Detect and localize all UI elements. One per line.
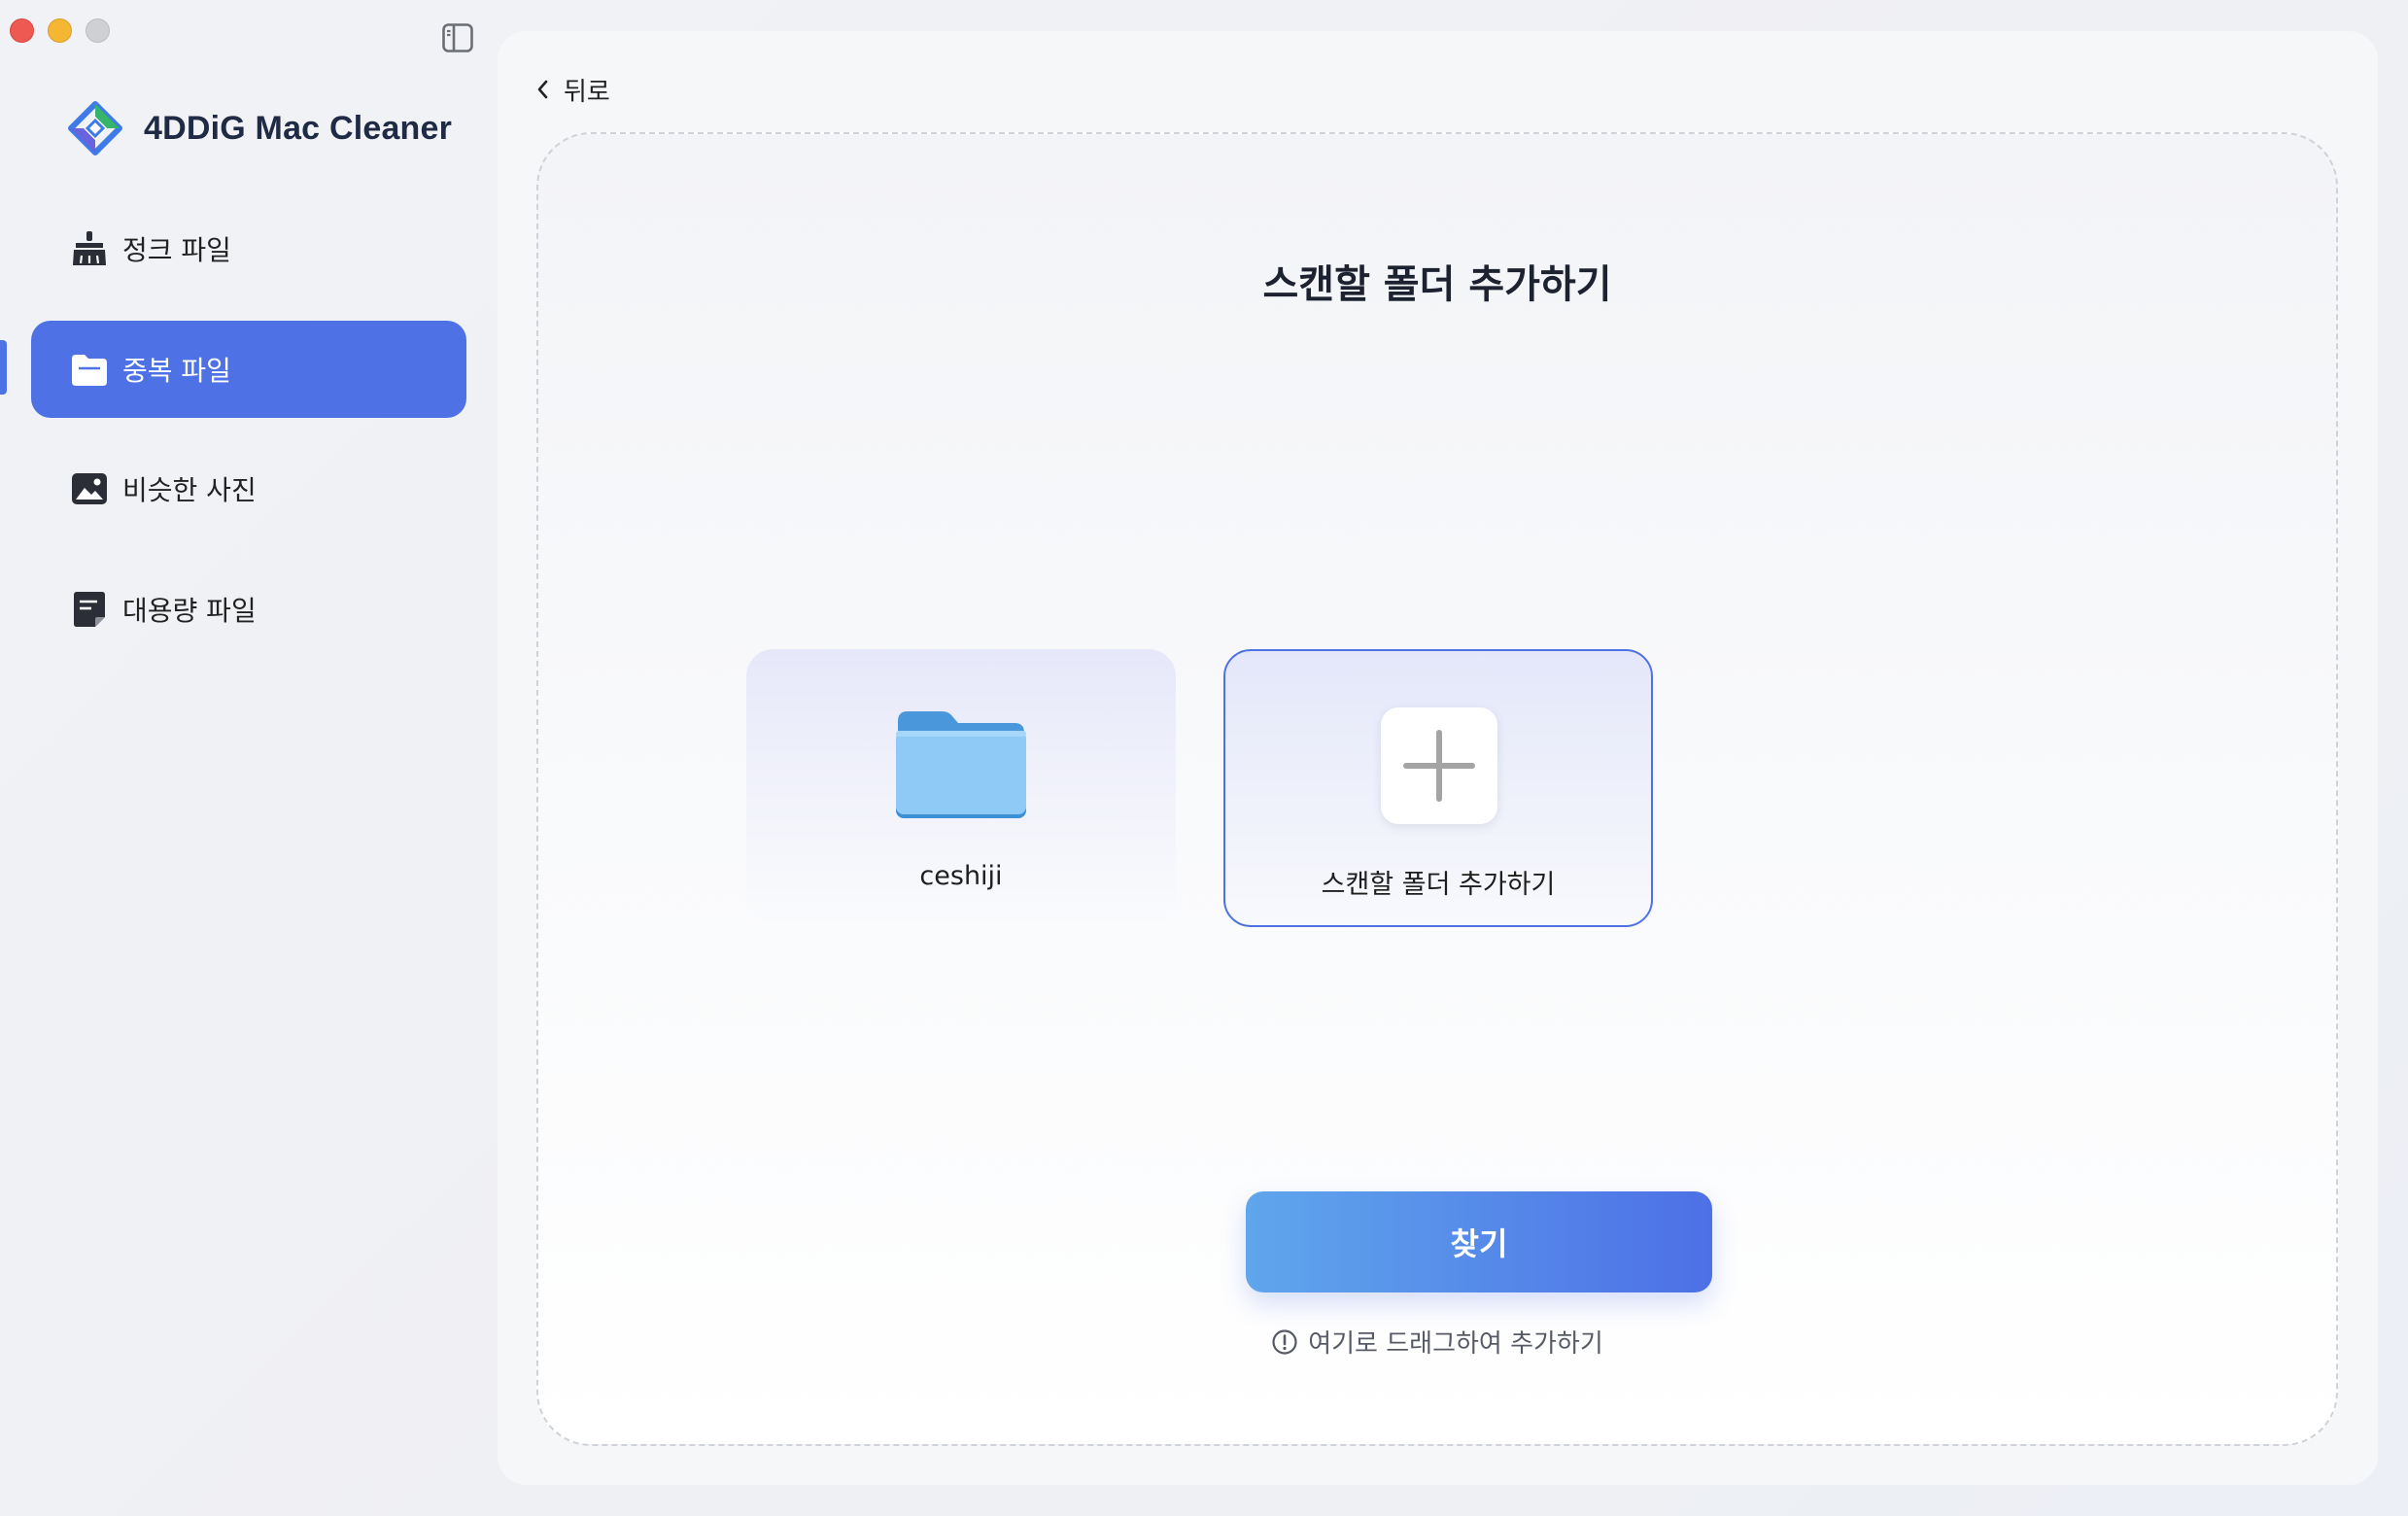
main-panel: 뒤로 스캔할 폴더 추가하기 ceshiji 스캔할 폴더 추가하기 찾기 여기… <box>498 31 2378 1485</box>
drag-hint: 여기로 드래그하여 추가하기 <box>538 1324 2336 1360</box>
zoom-window-button[interactable] <box>86 18 110 43</box>
broom-icon <box>70 229 109 268</box>
folder-icon <box>896 711 1026 818</box>
sidebar-toggle-icon[interactable] <box>442 23 473 52</box>
sidebar-item-label: 정크 파일 <box>122 234 231 266</box>
brand: 4DDiG Mac Cleaner <box>68 101 452 155</box>
folder-card[interactable]: ceshiji <box>746 649 1176 927</box>
drag-hint-text: 여기로 드래그하여 추가하기 <box>1308 1329 1603 1359</box>
sidebar-item-similar-photos[interactable]: 비슷한 사진 <box>31 440 466 537</box>
plus-icon <box>1381 707 1497 824</box>
app-window: 4DDiG Mac Cleaner 정크 파일 중복 파일 비슷한 사진 대용량… <box>0 0 2408 1516</box>
app-name: 4DDiG Mac Cleaner <box>144 109 453 147</box>
search-button[interactable]: 찾기 <box>1246 1191 1712 1292</box>
back-button[interactable]: 뒤로 <box>534 70 610 109</box>
page-title: 스캔할 폴더 추가하기 <box>1262 262 1612 307</box>
info-icon <box>1272 1328 1297 1355</box>
sidebar-item-label: 대용량 파일 <box>122 595 257 627</box>
sidebar-item-large-files[interactable]: 대용량 파일 <box>31 561 466 658</box>
minimize-window-button[interactable] <box>48 18 72 43</box>
photo-icon <box>70 469 109 508</box>
add-folder-card[interactable]: 스캔할 폴더 추가하기 <box>1223 649 1653 927</box>
add-folder-label: 스캔할 폴더 추가하기 <box>1321 870 1556 900</box>
document-icon <box>70 590 109 629</box>
sidebar-item-label: 비슷한 사진 <box>122 474 257 506</box>
folder-icon <box>70 350 109 389</box>
chevron-left-icon <box>537 80 548 99</box>
active-indicator <box>0 340 7 395</box>
sidebar-item-junk-files[interactable]: 정크 파일 <box>31 200 466 297</box>
drop-zone[interactable]: 스캔할 폴더 추가하기 ceshiji 스캔할 폴더 추가하기 찾기 여기로 드… <box>536 132 2338 1446</box>
close-window-button[interactable] <box>10 18 34 43</box>
sidebar-item-duplicate-files[interactable]: 중복 파일 <box>31 321 466 418</box>
back-label: 뒤로 <box>564 77 610 107</box>
folder-name: ceshiji <box>919 861 1003 891</box>
sidebar-item-label: 중복 파일 <box>122 355 231 387</box>
app-logo-icon <box>68 101 122 155</box>
